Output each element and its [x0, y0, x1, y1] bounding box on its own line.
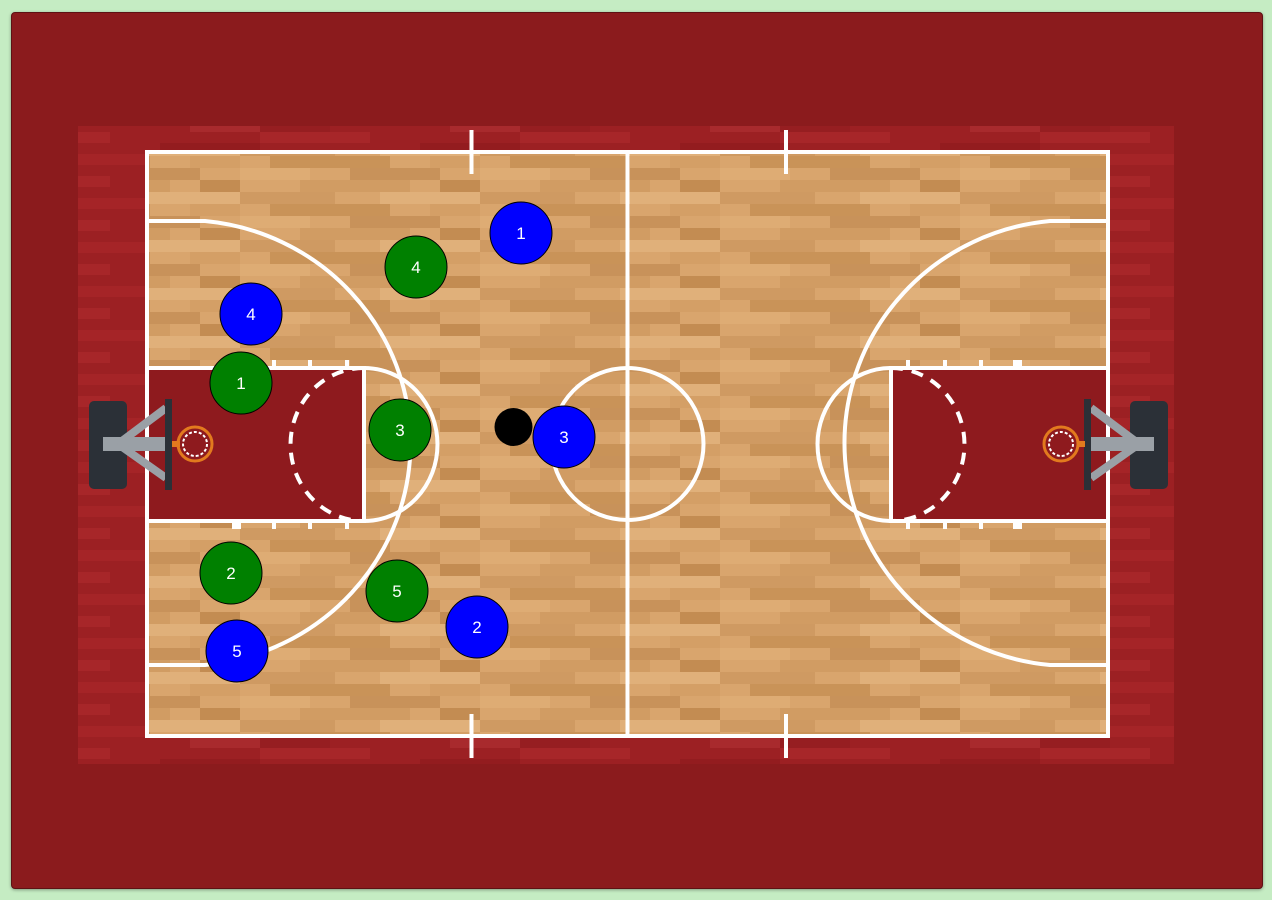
lane-block: [232, 521, 241, 529]
defense-player[interactable]: 4: [384, 235, 448, 299]
player-number: 1: [516, 224, 525, 243]
defense-player[interactable]: 3: [368, 398, 432, 462]
offense-player[interactable]: 2: [445, 595, 509, 659]
defense-player[interactable]: 5: [365, 559, 429, 623]
offense-player[interactable]: 3: [532, 405, 596, 469]
defense-player[interactable]: 2: [199, 541, 263, 605]
player-number: 3: [395, 421, 404, 440]
player-number: 3: [559, 428, 568, 447]
player-number: 2: [472, 618, 481, 637]
player-number: 5: [392, 582, 401, 601]
left-backboard: [165, 399, 172, 490]
offense-player[interactable]: 1: [489, 201, 553, 265]
offense-player[interactable]: 5: [205, 619, 269, 683]
player-number: 4: [246, 305, 255, 324]
lane-block: [1013, 521, 1022, 529]
player-number: 2: [226, 564, 235, 583]
right-paint: [891, 368, 1108, 521]
player-number: 5: [232, 642, 241, 661]
player-number: 1: [236, 374, 245, 393]
offense-player[interactable]: 4: [219, 282, 283, 346]
basketball-icon[interactable]: [494, 408, 533, 446]
basketball-court: 1 2 3 4 5 1 2 3 4 5: [78, 126, 1174, 764]
player-number: 4: [411, 258, 420, 277]
right-backboard: [1084, 399, 1091, 490]
lane-block: [1013, 360, 1022, 368]
defense-player[interactable]: 1: [209, 351, 273, 415]
right-stanchion-arm: [1088, 437, 1154, 451]
left-stanchion-arm: [103, 437, 169, 451]
